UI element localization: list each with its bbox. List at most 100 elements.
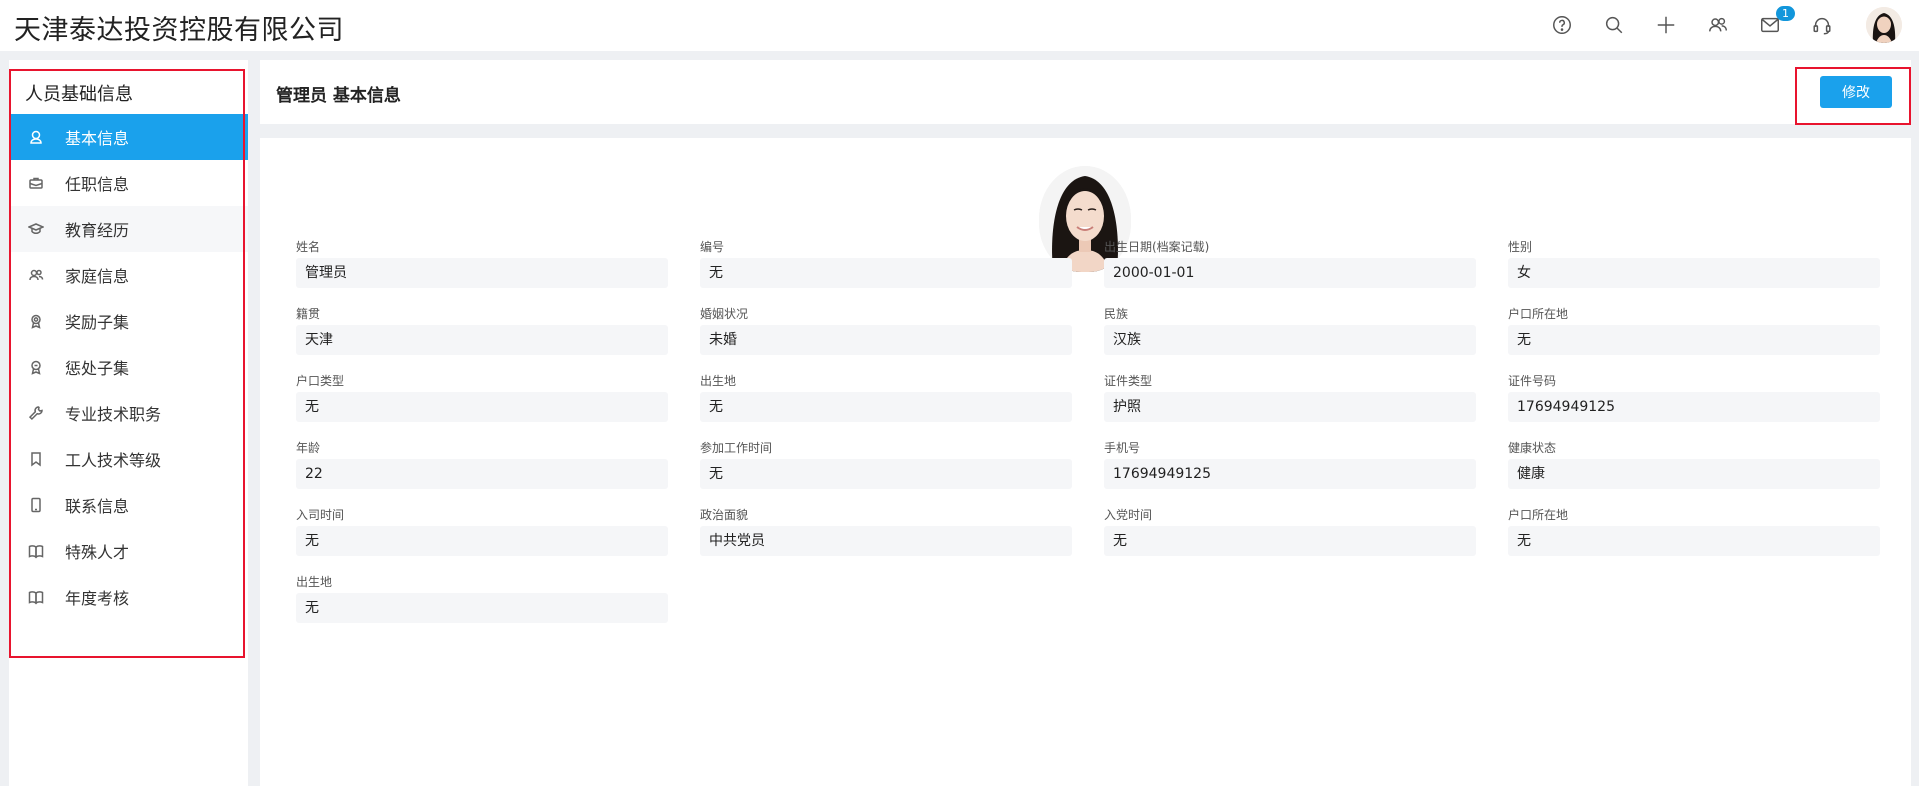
info-field: 年龄 22 [296, 439, 668, 489]
briefcase-icon [27, 174, 45, 192]
sidebar-item-professional-title[interactable]: 专业技术职务 [9, 390, 248, 436]
field-label: 户口类型 [296, 374, 345, 388]
field-label: 年龄 [296, 441, 321, 455]
info-field: 出生日期(档案记载) 2000-01-01 [1104, 238, 1476, 288]
field-label: 婚姻状况 [700, 307, 749, 321]
penalty-icon [27, 358, 45, 376]
field-label: 参加工作时间 [700, 441, 773, 455]
sidebar-item-label: 年度考核 [65, 589, 130, 608]
mail-badge: 1 [1776, 6, 1795, 21]
info-field: 户口类型无 [296, 372, 668, 422]
sidebar-item-label: 专业技术职务 [65, 405, 162, 424]
users-icon[interactable] [1705, 12, 1731, 38]
sidebar: 人员基础信息 基本信息 任职信息 教育经历 家庭信息 奖励子集 惩处子集 专业技… [9, 60, 248, 786]
field-value: 无 [296, 392, 668, 422]
field-label: 籍贯 [296, 307, 321, 321]
info-field: 参加工作时间无 [700, 439, 1072, 489]
field-value: 未婚 [700, 325, 1072, 355]
sidebar-item-annual-review[interactable]: 年度考核 [9, 574, 248, 620]
field-label: 入司时间 [296, 508, 345, 522]
top-bar: 天津泰达投资控股有限公司 1 [0, 0, 1919, 51]
info-field: 证件号码 17694949125 [1508, 372, 1880, 422]
bookmark-icon [27, 450, 45, 468]
field-value: 汉族 [1104, 325, 1476, 355]
info-field: 姓名 管理员 [296, 238, 668, 288]
search-icon[interactable] [1601, 12, 1627, 38]
field-value: 中共党员 [700, 526, 1072, 556]
info-field: 性别女 [1508, 238, 1880, 288]
field-value: 女 [1508, 258, 1880, 288]
graduation-cap-icon [27, 220, 45, 238]
info-field: 户口所在地无 [1508, 305, 1880, 355]
sidebar-item-rewards[interactable]: 奖励子集 [9, 298, 248, 344]
field-label: 证件类型 [1104, 374, 1153, 388]
field-value: 天津 [296, 325, 668, 355]
sidebar-item-label: 奖励子集 [65, 313, 130, 332]
sidebar-item-worker-grade[interactable]: 工人技术等级 [9, 436, 248, 482]
field-label: 姓名 [296, 240, 321, 254]
sidebar-item-education[interactable]: 教育经历 [9, 206, 248, 252]
sidebar-title: 人员基础信息 [25, 84, 133, 105]
info-field: 入党时间无 [1104, 506, 1476, 556]
sidebar-item-label: 特殊人才 [65, 543, 130, 562]
field-label: 出生地 [700, 374, 737, 388]
sidebar-item-label: 联系信息 [65, 497, 130, 516]
field-value: 无 [296, 593, 668, 623]
sidebar-item-special-talent[interactable]: 特殊人才 [9, 528, 248, 574]
sidebar-item-family[interactable]: 家庭信息 [9, 252, 248, 298]
field-label: 民族 [1104, 307, 1129, 321]
family-icon [27, 266, 45, 284]
sidebar-item-label: 家庭信息 [65, 267, 130, 286]
help-icon[interactable] [1549, 12, 1575, 38]
info-field: 出生地无 [700, 372, 1072, 422]
field-value: 健康 [1508, 459, 1880, 489]
field-value: 护照 [1104, 392, 1476, 422]
sidebar-item-label: 工人技术等级 [65, 451, 162, 470]
book-icon [27, 588, 45, 606]
page-header: 管理员 基本信息 修改 [260, 60, 1911, 124]
field-label: 政治面貌 [700, 508, 749, 522]
company-name: 天津泰达投资控股有限公司 [14, 15, 344, 46]
wrench-icon [27, 404, 45, 422]
field-value: 无 [1508, 526, 1880, 556]
field-value: 无 [700, 258, 1072, 288]
field-label: 出生地 [296, 575, 333, 589]
user-avatar[interactable] [1866, 7, 1902, 43]
field-label: 手机号 [1104, 441, 1141, 455]
basic-info-panel: 姓名 管理员 编号无出生日期(档案记载) 2000-01-01 性别女籍贯 天津 婚姻状况未… [260, 138, 1911, 786]
award-icon [27, 312, 45, 330]
info-field: 婚姻状况 未婚 [700, 305, 1072, 355]
headset-icon[interactable] [1809, 12, 1835, 38]
sidebar-item-label: 惩处子集 [65, 359, 130, 378]
info-field: 入司时间无 [296, 506, 668, 556]
sidebar-item-basic-info[interactable]: 基本信息 [9, 114, 248, 160]
field-label: 入党时间 [1104, 508, 1153, 522]
info-field: 籍贯 天津 [296, 305, 668, 355]
sidebar-item-label: 基本信息 [65, 129, 130, 148]
info-field: 户口所在地无 [1508, 506, 1880, 556]
sidebar-item-penalties[interactable]: 惩处子集 [9, 344, 248, 390]
sidebar-item-label: 教育经历 [65, 221, 130, 240]
sidebar-item-position-info[interactable]: 任职信息 [9, 160, 248, 206]
field-value: 2000-01-01 [1104, 258, 1476, 288]
field-value: 无 [296, 526, 668, 556]
field-label: 证件号码 [1508, 374, 1557, 388]
field-label: 户口所在地 [1508, 508, 1569, 522]
field-value: 17694949125 [1508, 392, 1880, 422]
phone-icon [27, 496, 45, 514]
field-label: 性别 [1508, 240, 1533, 254]
info-field: 政治面貌 中共党员 [700, 506, 1072, 556]
page-title: 管理员 基本信息 [276, 86, 401, 106]
field-value: 无 [1508, 325, 1880, 355]
field-label: 户口所在地 [1508, 307, 1569, 321]
field-label: 健康状态 [1508, 441, 1557, 455]
sidebar-item-label: 任职信息 [65, 175, 130, 194]
edit-button[interactable]: 修改 [1820, 76, 1892, 108]
info-field: 手机号 17694949125 [1104, 439, 1476, 489]
sidebar-item-contact[interactable]: 联系信息 [9, 482, 248, 528]
info-field: 健康状态 健康 [1508, 439, 1880, 489]
info-field: 民族 汉族 [1104, 305, 1476, 355]
info-field: 出生地无 [296, 573, 668, 623]
plus-icon[interactable] [1653, 12, 1679, 38]
info-field: 编号无 [700, 238, 1072, 288]
